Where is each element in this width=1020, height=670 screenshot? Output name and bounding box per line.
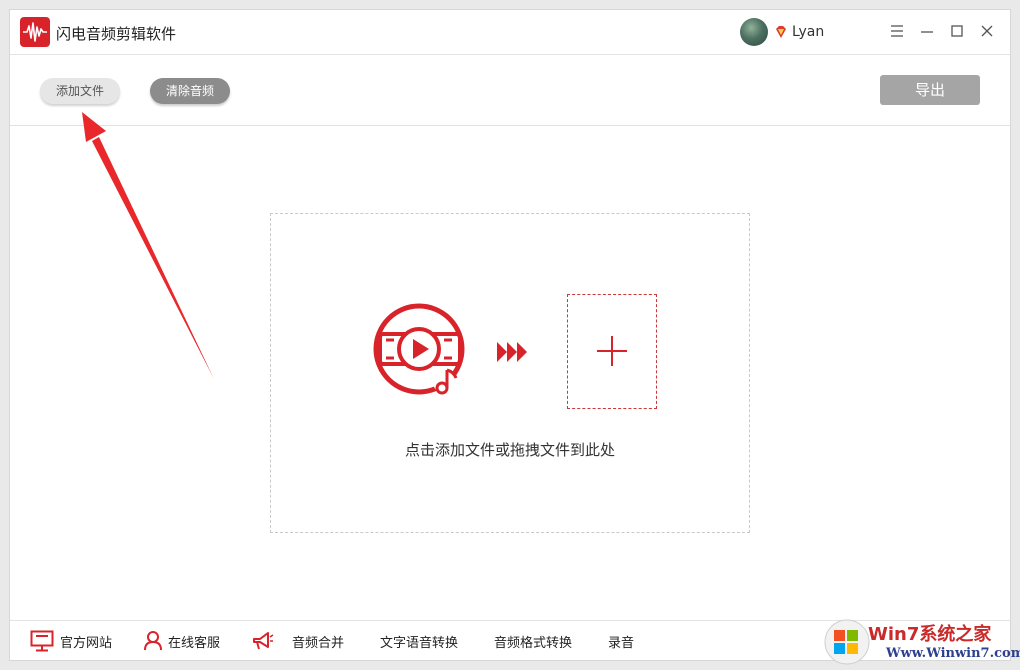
text-to-speech-link[interactable]: 文字语音转换: [380, 621, 458, 660]
audio-merge-label: 音频合并: [292, 635, 345, 651]
online-support-label: 在线客服: [168, 635, 221, 651]
audio-video-media-icon: [373, 303, 465, 395]
maximize-icon[interactable]: [948, 22, 966, 40]
watermark-url: Www.Winwin7.com: [886, 646, 1020, 661]
export-button[interactable]: 导出: [880, 75, 980, 105]
vip-diamond-icon: [776, 26, 786, 38]
drop-hint-text: 点击添加文件或拖拽文件到此处: [404, 441, 615, 459]
title-bar: 闪电音频剪辑软件 Lyan: [10, 10, 1010, 55]
app-window: 闪电音频剪辑软件 Lyan 添加文件 清除音频 导出 点击添加文件或拖拽文件到此…: [10, 10, 1010, 660]
toolbar: 添加文件 清除音频 导出: [10, 55, 1010, 126]
close-icon[interactable]: [978, 22, 996, 40]
add-file-button[interactable]: 添加文件: [40, 78, 120, 104]
online-support-link[interactable]: 在线客服: [144, 621, 220, 660]
audio-format-convert-label: 音频格式转换: [494, 635, 573, 651]
minimize-icon[interactable]: [918, 22, 936, 40]
official-website-label: 官方网站: [60, 635, 113, 651]
audio-format-convert-link[interactable]: 音频格式转换: [494, 621, 572, 660]
monitor-icon: [30, 630, 54, 652]
record-link[interactable]: 录音: [608, 621, 634, 660]
user-avatar[interactable]: [740, 18, 768, 46]
fast-forward-arrows-icon: [497, 342, 527, 362]
official-website-link[interactable]: 官方网站: [30, 621, 112, 660]
add-file-plus-box[interactable]: [567, 294, 657, 409]
audio-merge-link[interactable]: 音频合并: [252, 621, 344, 660]
watermark-text: Win7系统之家: [868, 624, 992, 645]
app-title: 闪电音频剪辑软件: [56, 25, 177, 43]
app-logo-icon: [20, 17, 50, 47]
file-drop-zone[interactable]: 点击添加文件或拖拽文件到此处: [270, 213, 750, 533]
text-to-speech-label: 文字语音转换: [380, 635, 459, 651]
menu-icon[interactable]: [888, 22, 906, 40]
clear-audio-button[interactable]: 清除音频: [150, 78, 230, 104]
person-icon: [144, 631, 162, 651]
megaphone-icon: [253, 632, 274, 650]
plus-icon: [597, 336, 627, 366]
record-label: 录音: [608, 635, 635, 651]
username[interactable]: Lyan: [792, 24, 824, 40]
